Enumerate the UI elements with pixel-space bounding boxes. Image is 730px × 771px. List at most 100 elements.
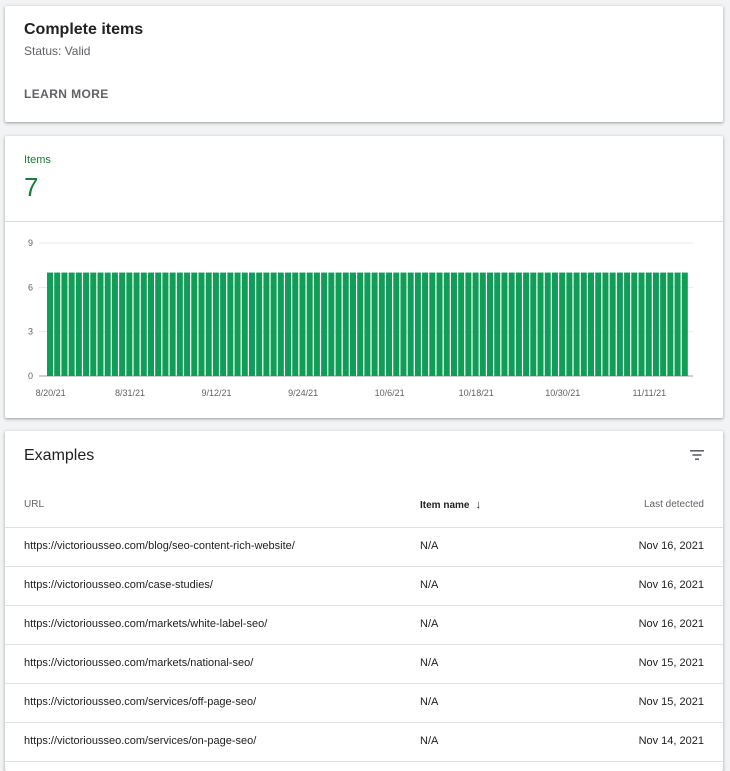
chart-bar[interactable]: [54, 272, 61, 376]
chart-bar[interactable]: [638, 272, 645, 376]
chart-bar[interactable]: [198, 272, 205, 376]
chart-bar[interactable]: [241, 272, 248, 376]
chart-bar[interactable]: [400, 272, 407, 376]
chart-bar[interactable]: [184, 272, 191, 376]
table-row[interactable]: https://victoriousseo.com/blog/seo-conte…: [5, 528, 723, 567]
chart-bar[interactable]: [681, 272, 688, 376]
chart-bar[interactable]: [285, 272, 292, 376]
chart-bar[interactable]: [256, 272, 263, 376]
chart-bar[interactable]: [313, 272, 320, 376]
table-row[interactable]: https://victoriousseo.com/services/off-p…: [5, 684, 723, 723]
chart-bar[interactable]: [212, 272, 219, 376]
filter-icon[interactable]: [687, 445, 707, 465]
chart-bar[interactable]: [530, 272, 537, 376]
chart-bar[interactable]: [588, 272, 595, 376]
chart-bar[interactable]: [566, 272, 573, 376]
table-row[interactable]: https://victoriousseo.com/services/on-pa…: [5, 723, 723, 762]
chart-bar[interactable]: [429, 272, 436, 376]
chart-bar[interactable]: [595, 272, 602, 376]
chart-bar[interactable]: [83, 272, 90, 376]
chart-bar[interactable]: [667, 272, 674, 376]
chart-bar[interactable]: [205, 272, 212, 376]
chart-bar[interactable]: [162, 272, 169, 376]
chart-bar[interactable]: [111, 272, 118, 376]
table-row[interactable]: https://victoriousseo.com/markets/nation…: [5, 645, 723, 684]
chart-bar[interactable]: [133, 272, 140, 376]
chart-bar[interactable]: [487, 272, 494, 376]
chart-bar[interactable]: [328, 272, 335, 376]
chart-bar[interactable]: [472, 272, 479, 376]
chart-bar[interactable]: [335, 272, 342, 376]
chart-bar[interactable]: [450, 272, 457, 376]
chart-bar[interactable]: [119, 272, 126, 376]
column-header-url[interactable]: URL: [24, 499, 44, 510]
learn-more-link[interactable]: LEARN MORE: [24, 87, 109, 101]
chart-bar[interactable]: [292, 272, 299, 376]
chart-bar[interactable]: [494, 272, 501, 376]
chart-bar[interactable]: [652, 272, 659, 376]
chart-bar[interactable]: [176, 272, 183, 376]
chart-bar[interactable]: [436, 272, 443, 376]
chart-bar[interactable]: [306, 272, 313, 376]
chart-bar[interactable]: [414, 272, 421, 376]
chart-bar[interactable]: [479, 272, 486, 376]
chart-bar[interactable]: [61, 272, 68, 376]
chart-bar[interactable]: [422, 272, 429, 376]
chart-bar[interactable]: [169, 272, 176, 376]
chart-bar[interactable]: [97, 272, 104, 376]
chart-bar[interactable]: [674, 272, 681, 376]
chart-bar[interactable]: [371, 272, 378, 376]
chart-bar[interactable]: [234, 272, 241, 376]
chart-bar[interactable]: [263, 272, 270, 376]
chart-bar[interactable]: [140, 272, 147, 376]
table-row[interactable]: https://victoriousseo.com/markets/white-…: [5, 606, 723, 645]
chart-bar[interactable]: [544, 272, 551, 376]
chart-bar[interactable]: [631, 272, 638, 376]
chart-bar[interactable]: [501, 272, 508, 376]
chart-bar[interactable]: [349, 272, 356, 376]
chart-bar[interactable]: [624, 272, 631, 376]
chart-bar[interactable]: [602, 272, 609, 376]
chart-bar[interactable]: [227, 272, 234, 376]
chart-bar[interactable]: [616, 272, 623, 376]
chart-bar[interactable]: [357, 272, 364, 376]
table-row[interactable]: https://victoriousseo.com/case-studies/N…: [5, 567, 723, 606]
chart-bar[interactable]: [515, 272, 522, 376]
chart-bar[interactable]: [104, 272, 111, 376]
chart-bar[interactable]: [559, 272, 566, 376]
chart-bar[interactable]: [537, 272, 544, 376]
chart-bar[interactable]: [220, 272, 227, 376]
chart-bar[interactable]: [573, 272, 580, 376]
chart-bar[interactable]: [90, 272, 97, 376]
chart-bar[interactable]: [270, 272, 277, 376]
chart-bar[interactable]: [364, 272, 371, 376]
chart-bar[interactable]: [551, 272, 558, 376]
chart-bar[interactable]: [47, 272, 54, 376]
chart-bar[interactable]: [299, 272, 306, 376]
chart-bar[interactable]: [458, 272, 465, 376]
chart-bar[interactable]: [68, 272, 75, 376]
chart-bar[interactable]: [393, 272, 400, 376]
chart-bar[interactable]: [465, 272, 472, 376]
chart-bar[interactable]: [126, 272, 133, 376]
chart-bar[interactable]: [443, 272, 450, 376]
chart-bar[interactable]: [155, 272, 162, 376]
chart-bar[interactable]: [386, 272, 393, 376]
chart-bar[interactable]: [75, 272, 82, 376]
chart-bar[interactable]: [660, 272, 667, 376]
chart-bar[interactable]: [321, 272, 328, 376]
chart-bar[interactable]: [277, 272, 284, 376]
chart-bar[interactable]: [191, 272, 198, 376]
column-header-item-name[interactable]: Item name ↓: [420, 499, 481, 511]
chart-bar[interactable]: [580, 272, 587, 376]
chart-bar[interactable]: [147, 272, 154, 376]
chart-bar[interactable]: [645, 272, 652, 376]
chart-bar[interactable]: [508, 272, 515, 376]
column-header-last-detected[interactable]: Last detected: [644, 499, 704, 510]
chart-bar[interactable]: [523, 272, 530, 376]
chart-bar[interactable]: [407, 272, 414, 376]
chart-bar[interactable]: [248, 272, 255, 376]
chart-bar[interactable]: [609, 272, 616, 376]
chart-bar[interactable]: [342, 272, 349, 376]
chart-bar[interactable]: [378, 272, 385, 376]
